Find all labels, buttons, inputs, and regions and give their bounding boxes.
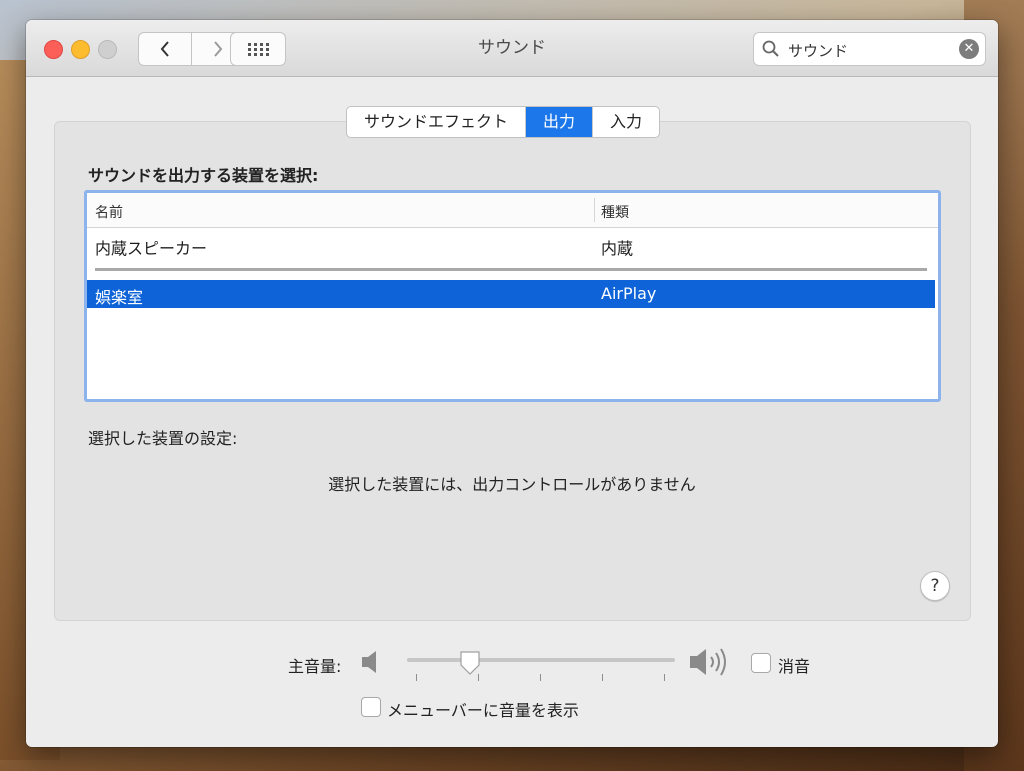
- close-window-button[interactable]: [44, 40, 63, 59]
- mute-checkbox[interactable]: [751, 653, 771, 673]
- chevron-right-icon: [214, 41, 223, 57]
- column-header-name[interactable]: 名前: [95, 202, 123, 222]
- sound-preferences-window: サウンド ✕ サウンドエフェクト 出力 入力 サウンドを出力する装置を選択: 名…: [26, 20, 998, 747]
- grid-icon: [248, 43, 269, 56]
- column-header-type[interactable]: 種類: [601, 202, 629, 222]
- device-settings-label: 選択した装置の設定:: [88, 429, 238, 448]
- chevron-left-icon: [160, 41, 169, 57]
- mute-label: 消音: [778, 657, 811, 676]
- volume-slider-thumb[interactable]: [459, 650, 481, 676]
- device-name: 内蔵スピーカー: [95, 239, 208, 258]
- device-type: 内蔵: [601, 239, 634, 258]
- back-button[interactable]: [139, 33, 192, 65]
- minimize-window-button[interactable]: [71, 40, 90, 59]
- volume-slider[interactable]: [407, 650, 675, 682]
- show-all-button[interactable]: [230, 32, 286, 66]
- table-header: 名前 種類: [87, 193, 938, 228]
- zoom-window-button[interactable]: [98, 40, 117, 59]
- table-row-selected[interactable]: 娯楽室 AirPlay: [87, 280, 935, 308]
- output-device-table[interactable]: 名前 種類 内蔵スピーカー 内蔵 娯楽室 AirPlay: [84, 190, 941, 402]
- tab-bar: サウンドエフェクト 出力 入力: [346, 106, 661, 138]
- no-output-controls-message: 選択した装置には、出力コントロールがありません: [328, 475, 696, 494]
- tab-input[interactable]: 入力: [593, 107, 659, 137]
- search-field[interactable]: ✕: [753, 32, 986, 66]
- titlebar: サウンド ✕: [26, 20, 998, 77]
- search-icon: [762, 40, 779, 57]
- speaker-low-icon: [362, 651, 376, 673]
- device-name: 娯楽室: [95, 288, 144, 307]
- tab-sound-effects[interactable]: サウンドエフェクト: [347, 107, 527, 137]
- volume-slider-track: [407, 658, 675, 662]
- help-button[interactable]: ?: [920, 571, 950, 601]
- device-group-divider: [95, 268, 927, 271]
- device-type: AirPlay: [601, 284, 657, 303]
- speaker-high-icon: [690, 648, 726, 676]
- table-row[interactable]: 内蔵スピーカー 内蔵: [87, 231, 935, 259]
- show-volume-in-menubar-label: メニューバーに音量を表示: [387, 701, 579, 720]
- column-divider: [594, 198, 595, 222]
- show-volume-in-menubar-checkbox[interactable]: [361, 697, 381, 717]
- master-volume-label: 主音量:: [288, 657, 342, 676]
- tab-output[interactable]: 出力: [526, 107, 594, 137]
- clear-search-icon[interactable]: ✕: [959, 39, 979, 59]
- output-device-heading: サウンドを出力する装置を選択:: [88, 166, 319, 185]
- search-input[interactable]: [786, 37, 950, 63]
